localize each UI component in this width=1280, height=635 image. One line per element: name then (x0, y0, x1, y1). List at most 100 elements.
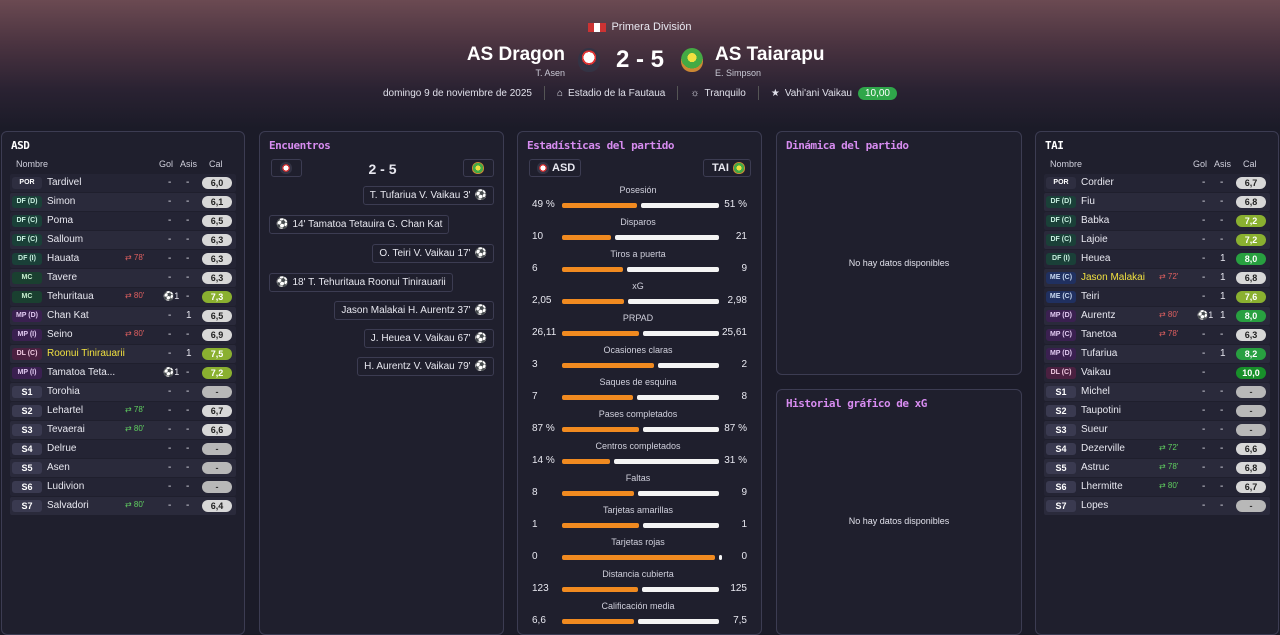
player-name[interactable]: Lopes (1081, 500, 1108, 511)
event-item[interactable]: ⚽ 18' T. Tehuritaua Roonui Tinirauarii (269, 273, 453, 292)
player-name[interactable]: Delrue (47, 443, 76, 454)
player-name[interactable]: Michel (1081, 386, 1110, 397)
player-row[interactable]: DF (D) Fiu - - 6,8 (1044, 193, 1270, 211)
home-coach[interactable]: T. Asen (467, 68, 565, 78)
player-name[interactable]: Vaikau (1081, 367, 1111, 378)
player-row[interactable]: DF (C) Lajoie - - 7,2 (1044, 231, 1270, 249)
player-name[interactable]: Taupotini (1081, 405, 1121, 416)
player-name[interactable]: Seino (47, 329, 73, 340)
player-name[interactable]: Ludivion (47, 481, 84, 492)
player-row[interactable]: MP (I) Tamatoa Teta... ⚽1- 7,2 (10, 364, 236, 382)
away-team-name[interactable]: AS Taiarapu (715, 44, 824, 66)
player-row[interactable]: S5 Astruc ⇄ 78' - - 6,8 (1044, 459, 1270, 477)
player-row[interactable]: POR Tardivel - - 6,0 (10, 174, 236, 192)
player-name[interactable]: Roonui Tinirauarii (47, 348, 125, 359)
event-item[interactable]: H. Aurentz V. Vaikau 79' ⚽ (357, 357, 494, 376)
man-of-the-match[interactable]: Vahi'ani Vaikau (785, 88, 852, 99)
col-rating[interactable]: Cal (1243, 159, 1257, 169)
player-row[interactable]: S6 Ludivion - - - (10, 478, 236, 496)
match-dynamics-panel: Dinámica del partido No hay datos dispon… (776, 131, 1022, 375)
event-item[interactable]: J. Heuea V. Vaikau 67' ⚽ (363, 329, 494, 348)
player-row[interactable]: MC Tavere - - 6,3 (10, 269, 236, 287)
player-name[interactable]: Salloum (47, 234, 83, 245)
player-row[interactable]: MP (I) Seino ⇄ 80' - - 6,9 (10, 326, 236, 344)
player-name[interactable]: Salvadori (47, 500, 89, 511)
player-row[interactable]: S1 Michel - - - (1044, 383, 1270, 401)
player-name[interactable]: Jason Malakai (1081, 272, 1145, 283)
league-name: Primera División (611, 21, 692, 33)
player-name[interactable]: Tamatoa Teta... (47, 367, 115, 378)
event-item[interactable]: ⚽ 14' Tamatoa Tetauira G. Chan Kat (269, 215, 450, 234)
player-row[interactable]: MC Tehuritaua ⇄ 80' ⚽1- 7,3 (10, 288, 236, 306)
player-name[interactable]: Fiu (1081, 196, 1095, 207)
player-name[interactable]: Cordier (1081, 177, 1114, 188)
player-row[interactable]: S3 Sueur - - - (1044, 421, 1270, 439)
event-item[interactable]: Jason Malakai H. Aurentz 37' ⚽ (334, 301, 494, 320)
away-team[interactable]: AS Taiarapu E. Simpson (715, 44, 824, 78)
player-name[interactable]: Tardivel (47, 177, 81, 188)
player-row[interactable]: POR Cordier - - 6,7 (1044, 174, 1270, 192)
col-goals[interactable]: Gol (159, 159, 173, 169)
player-row[interactable]: S3 Tevaerai ⇄ 80' - - 6,6 (10, 421, 236, 439)
player-name[interactable]: Sueur (1081, 424, 1108, 435)
player-row[interactable]: MP (D) Aurentz ⇄ 80' ⚽1 1 8,0 (1044, 307, 1270, 325)
player-name[interactable]: Teiri (1081, 291, 1099, 302)
player-name[interactable]: Astruc (1081, 462, 1109, 473)
player-name[interactable]: Tevaerai (47, 424, 85, 435)
player-name[interactable]: Dezerville (1081, 443, 1125, 454)
player-name[interactable]: Lajoie (1081, 234, 1108, 245)
league-label[interactable]: Primera División (0, 21, 1280, 33)
col-assists[interactable]: Asis (180, 159, 197, 169)
player-name[interactable]: Tehuritaua (47, 291, 94, 302)
col-name[interactable]: Nombre (1050, 159, 1082, 169)
player-row[interactable]: MP (D) Chan Kat - 1 6,5 (10, 307, 236, 325)
player-row[interactable]: S4 Dezerville ⇄ 72' - - 6,6 (1044, 440, 1270, 458)
col-rating[interactable]: Cal (209, 159, 223, 169)
player-row[interactable]: S7 Lopes - - - (1044, 497, 1270, 515)
stat-home-value: 1 (532, 519, 538, 530)
col-goals[interactable]: Gol (1193, 159, 1207, 169)
player-name[interactable]: Poma (47, 215, 73, 226)
player-name[interactable]: Simon (47, 196, 75, 207)
player-row[interactable]: DF (I) Heuea - 1 8,0 (1044, 250, 1270, 268)
player-row[interactable]: S1 Torohia - - - (10, 383, 236, 401)
player-row[interactable]: DF (D) Simon - - 6,1 (10, 193, 236, 211)
event-item[interactable]: T. Tufariua V. Vaikau 3' ⚽ (362, 186, 494, 205)
stadium-name[interactable]: Estadio de la Fautaua (568, 88, 665, 99)
player-name[interactable]: Babka (1081, 215, 1109, 226)
player-name[interactable]: Chan Kat (47, 310, 89, 321)
player-name[interactable]: Hauata (47, 253, 79, 264)
player-name[interactable]: Torohia (47, 386, 80, 397)
player-name[interactable]: Aurentz (1081, 310, 1115, 321)
player-name[interactable]: Heuea (1081, 253, 1110, 264)
col-name[interactable]: Nombre (16, 159, 48, 169)
player-row[interactable]: S6 Lhermitte ⇄ 80' - - 6,7 (1044, 478, 1270, 496)
player-name[interactable]: Lehartel (47, 405, 83, 416)
player-row[interactable]: S4 Delrue - - - (10, 440, 236, 458)
col-assists[interactable]: Asis (1214, 159, 1231, 169)
player-row[interactable]: DL (C) Roonui Tinirauarii - 1 7,5 (10, 345, 236, 363)
away-coach[interactable]: E. Simpson (715, 68, 824, 78)
player-row[interactable]: MP (D) Tufariua - 1 8,2 (1044, 345, 1270, 363)
player-name[interactable]: Tanetoa (1081, 329, 1117, 340)
player-row[interactable]: DF (C) Babka - - 7,2 (1044, 212, 1270, 230)
player-row[interactable]: S7 Salvadori ⇄ 80' - - 6,4 (10, 497, 236, 515)
player-row[interactable]: ME (C) Jason Malakai ⇄ 72' - 1 6,8 (1044, 269, 1270, 287)
player-name[interactable]: Tufariua (1081, 348, 1117, 359)
player-row[interactable]: DF (I) Hauata ⇄ 78' - - 6,3 (10, 250, 236, 268)
home-team-name[interactable]: AS Dragon (467, 44, 565, 66)
player-name[interactable]: Tavere (47, 272, 77, 283)
player-name[interactable]: Lhermitte (1081, 481, 1123, 492)
player-row[interactable]: ME (C) Teiri - 1 7,6 (1044, 288, 1270, 306)
player-row[interactable]: S2 Taupotini - - - (1044, 402, 1270, 420)
player-row[interactable]: S5 Asen - - - (10, 459, 236, 477)
player-row[interactable]: DF (C) Poma - - 6,5 (10, 212, 236, 230)
player-row[interactable]: S2 Lehartel ⇄ 78' - - 6,7 (10, 402, 236, 420)
player-name[interactable]: Asen (47, 462, 70, 473)
event-item[interactable]: O. Teiri V. Vaikau 17' ⚽ (372, 244, 494, 263)
player-row[interactable]: DL (C) Vaikau - 10,0 (1044, 364, 1270, 382)
home-team[interactable]: AS Dragon T. Asen (467, 44, 565, 78)
home-stat-bar (562, 619, 634, 624)
player-row[interactable]: DF (C) Salloum - - 6,3 (10, 231, 236, 249)
player-row[interactable]: MP (C) Tanetoa ⇄ 78' - - 6,3 (1044, 326, 1270, 344)
